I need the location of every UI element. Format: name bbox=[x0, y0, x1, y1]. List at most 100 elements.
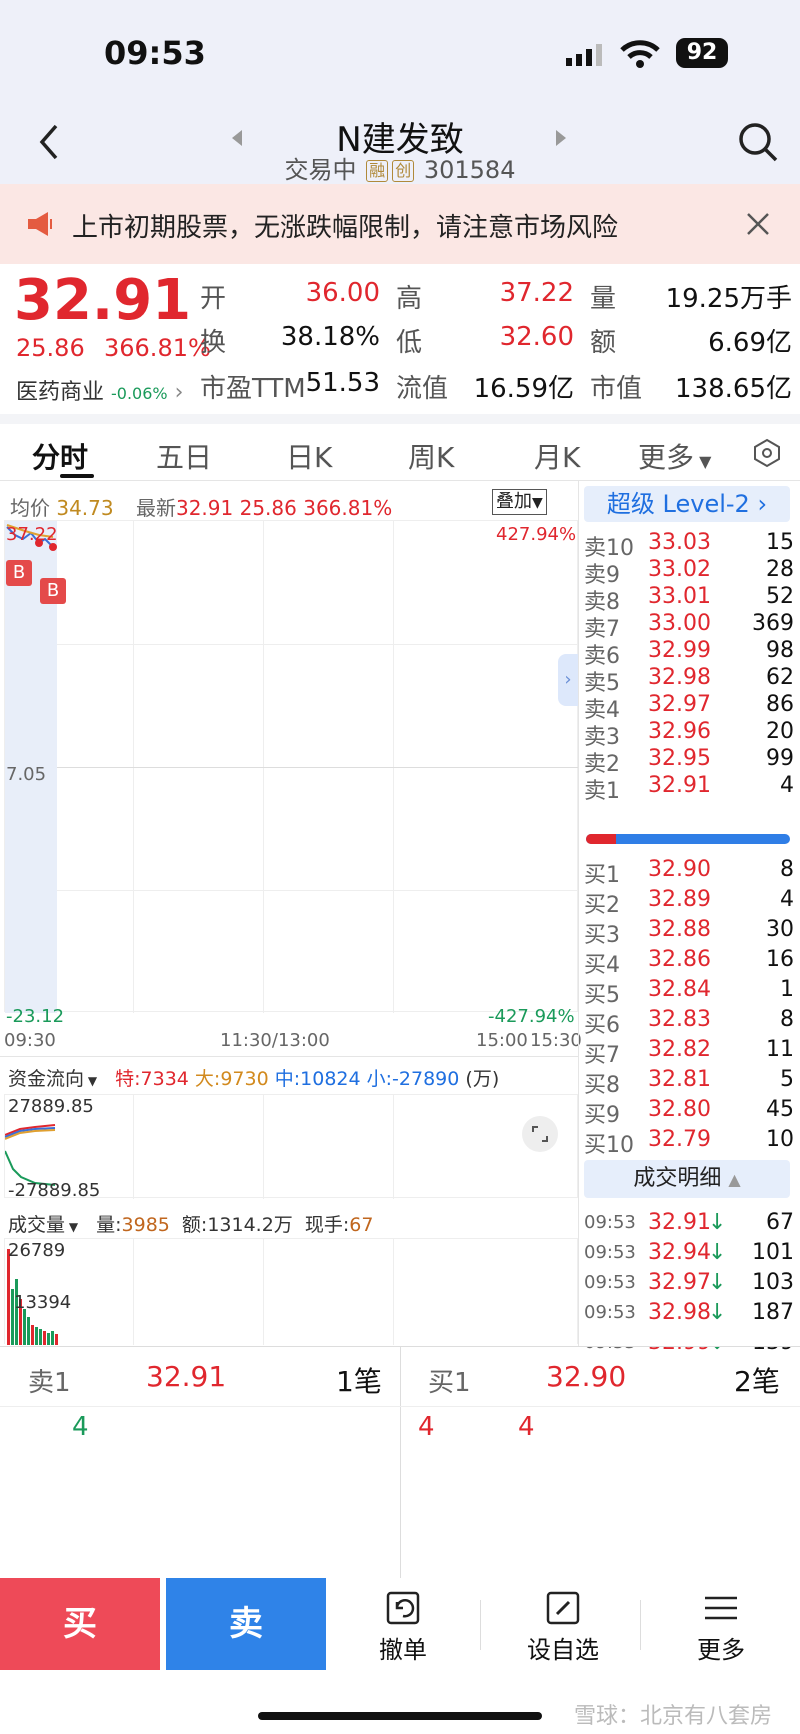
search-icon[interactable] bbox=[736, 120, 780, 164]
sell-level-price: 33.00 bbox=[648, 611, 711, 636]
vol-y-mid: 13394 bbox=[14, 1292, 72, 1313]
flow-te: 7334 bbox=[140, 1068, 189, 1090]
sell-level-volume: 20 bbox=[766, 719, 794, 744]
buy-level-volume: 4 bbox=[780, 887, 794, 912]
buy-level-label: 买4 bbox=[584, 953, 620, 978]
buy-order-row[interactable]: 买7 32.82 11 bbox=[584, 1037, 794, 1068]
buy-marker[interactable]: B bbox=[6, 560, 32, 586]
trade-tick-row: 09:53 32.91 ↓ 67 bbox=[584, 1210, 794, 1240]
tabs-divider bbox=[0, 480, 800, 481]
buy-level-price: 32.79 bbox=[648, 1127, 711, 1152]
tab-intraday[interactable]: 分时 bbox=[32, 436, 88, 476]
buy-order-row[interactable]: 买5 32.84 1 bbox=[584, 977, 794, 1008]
add-watchlist-button[interactable]: 设自选 bbox=[518, 1590, 608, 1665]
sell-level-price: 32.96 bbox=[648, 719, 711, 744]
flow-y-top: 27889.85 bbox=[8, 1096, 94, 1117]
tick-clip-mask bbox=[580, 1330, 800, 1346]
latest-pct: 366.81% bbox=[303, 496, 393, 520]
caret-down-icon: ▼ bbox=[532, 495, 543, 511]
queue-sell-item: 4 bbox=[72, 1412, 89, 1442]
queue-buy-item: 4 bbox=[518, 1412, 535, 1442]
buy-order-row[interactable]: 买6 32.83 8 bbox=[584, 1007, 794, 1038]
volume-selector[interactable]: 成交量 ▼ bbox=[8, 1214, 78, 1236]
intraday-chart[interactable] bbox=[4, 520, 579, 1013]
sector-link[interactable]: 医药商业 -0.06% › bbox=[16, 374, 183, 406]
down-arrow-icon: ↓ bbox=[708, 1240, 727, 1265]
vol-y-top: 26789 bbox=[8, 1240, 66, 1261]
buy-level-price: 32.86 bbox=[648, 947, 711, 972]
sell-level-price: 33.01 bbox=[648, 584, 711, 609]
buy-order-row[interactable]: 买3 32.88 30 bbox=[584, 917, 794, 948]
queue-buy-label: 买1 bbox=[428, 1368, 471, 1398]
low-label: 低 bbox=[396, 328, 423, 358]
sell-order-row[interactable]: 卖3 32.96 20 bbox=[584, 719, 794, 750]
sell-order-row[interactable]: 卖7 33.00 369 bbox=[584, 611, 794, 642]
nav-separator bbox=[640, 1600, 641, 1650]
tab-daily-k[interactable]: 日K bbox=[286, 436, 332, 476]
buy-marker[interactable]: B bbox=[40, 578, 66, 604]
sell-level-price: 32.97 bbox=[648, 692, 711, 717]
cancel-order-label: 撤单 bbox=[379, 1636, 427, 1664]
sell-level-volume: 4 bbox=[780, 773, 794, 798]
sell-order-row[interactable]: 卖6 32.99 98 bbox=[584, 638, 794, 669]
sell-order-row[interactable]: 卖5 32.98 62 bbox=[584, 665, 794, 696]
flow-te-label: 特: bbox=[115, 1068, 141, 1090]
cancel-order-button[interactable]: 撤单 bbox=[358, 1590, 448, 1665]
flow-xiao-label: 小: bbox=[366, 1068, 393, 1090]
buy-order-row[interactable]: 买1 32.90 8 bbox=[584, 857, 794, 888]
fund-flow-header: 资金流向 ▼ 特:7334 大:9730 中:10824 小:-27890 (万… bbox=[8, 1064, 499, 1091]
trade-detail-button[interactable]: 成交明细 ▲ bbox=[584, 1160, 790, 1198]
flow-zhong-label: 中: bbox=[274, 1068, 301, 1090]
high-value: 37.22 bbox=[499, 278, 574, 308]
sell-level-price: 32.99 bbox=[648, 638, 711, 663]
buy-order-row[interactable]: 买10 32.79 10 bbox=[584, 1127, 794, 1158]
buy-order-row[interactable]: 买2 32.89 4 bbox=[584, 887, 794, 918]
tab-weekly-k[interactable]: 周K bbox=[408, 436, 454, 476]
buy-level-label: 买5 bbox=[584, 983, 620, 1008]
orderbook-divider bbox=[578, 480, 579, 1346]
sell-order-row[interactable]: 卖9 33.02 28 bbox=[584, 557, 794, 588]
sell-order-row[interactable]: 卖2 32.95 99 bbox=[584, 746, 794, 777]
tick-price: 32.97 bbox=[648, 1270, 711, 1295]
tab-monthly-k[interactable]: 月K bbox=[534, 436, 580, 476]
chart-x-mid: 11:30/13:00 bbox=[220, 1030, 330, 1051]
level2-button[interactable]: 超级 Level-2 › bbox=[584, 486, 790, 522]
buy-level-price: 32.80 bbox=[648, 1097, 711, 1122]
chart-expand-handle[interactable]: › bbox=[558, 654, 578, 706]
overlay-button[interactable]: 叠加▼ bbox=[492, 489, 547, 515]
volume-header: 成交量 ▼ 量:3985 额:1314.2万 现手:67 bbox=[8, 1210, 373, 1237]
battery-indicator: 92 bbox=[676, 38, 728, 68]
fund-flow-selector[interactable]: 资金流向 ▼ bbox=[8, 1068, 97, 1090]
buy-order-row[interactable]: 买8 32.81 5 bbox=[584, 1067, 794, 1098]
sell-order-row[interactable]: 卖1 32.91 4 bbox=[584, 773, 794, 804]
turnover-label: 换 bbox=[200, 328, 227, 358]
chart-y-bottom: -23.12 bbox=[6, 1006, 65, 1027]
tick-time: 09:53 bbox=[584, 1302, 636, 1323]
sell-order-row[interactable]: 卖10 33.03 15 bbox=[584, 530, 794, 561]
sell-order-row[interactable]: 卖4 32.97 86 bbox=[584, 692, 794, 723]
settings-icon[interactable] bbox=[752, 438, 782, 468]
fullscreen-icon[interactable] bbox=[522, 1116, 558, 1152]
tab-five-day[interactable]: 五日 bbox=[156, 436, 212, 476]
close-icon[interactable] bbox=[746, 212, 770, 236]
tab-more[interactable]: 更多 ▼ bbox=[638, 436, 711, 476]
tick-volume: 187 bbox=[752, 1300, 794, 1325]
sell-order-row[interactable]: 卖8 33.01 52 bbox=[584, 584, 794, 615]
vol-liang: 3985 bbox=[121, 1214, 170, 1236]
volume-panel-label: 成交量 bbox=[8, 1214, 66, 1236]
more-button[interactable]: 更多 bbox=[676, 1590, 766, 1665]
watermark: 雪球：北京有八套房 bbox=[574, 1704, 773, 1729]
status-time: 09:53 bbox=[104, 34, 206, 72]
buy-level-price: 32.83 bbox=[648, 1007, 711, 1032]
buy-button[interactable]: 买 bbox=[0, 1578, 160, 1670]
undo-icon bbox=[358, 1590, 448, 1630]
queue-sell-price: 32.91 bbox=[146, 1360, 227, 1393]
chart-pct-top: 427.94% bbox=[496, 524, 577, 545]
avg-label: 均价 bbox=[10, 496, 50, 520]
buy-order-row[interactable]: 买9 32.80 45 bbox=[584, 1097, 794, 1128]
sell-button[interactable]: 卖 bbox=[166, 1578, 326, 1670]
buy-order-row[interactable]: 买4 32.86 16 bbox=[584, 947, 794, 978]
volume-chart[interactable] bbox=[4, 1238, 578, 1345]
buy-level-label: 买2 bbox=[584, 893, 620, 918]
buy-level-price: 32.84 bbox=[648, 977, 711, 1002]
